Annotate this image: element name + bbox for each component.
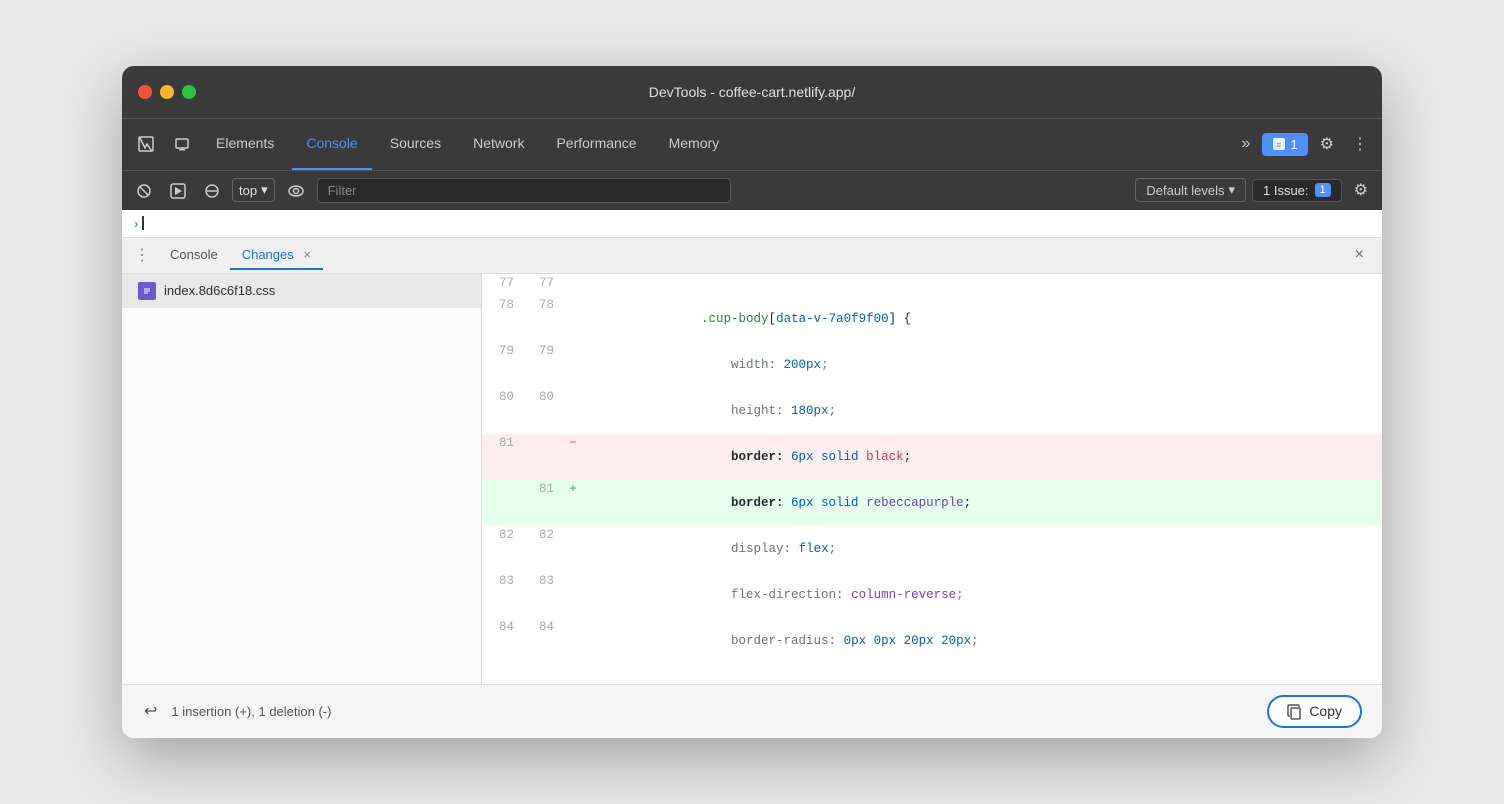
minimize-button[interactable] [160, 85, 174, 99]
menu-button[interactable]: ⋮ [1346, 128, 1374, 160]
tab-performance[interactable]: Performance [542, 119, 650, 170]
code-diff-view: 77 77 78 78 .cup-body[data-v-7a0f9f00] { [482, 274, 1382, 684]
table-row: 77 77 [482, 274, 1382, 296]
cursor [142, 216, 144, 230]
revert-button[interactable]: ↩ [142, 699, 159, 723]
table-row: 79 79 width: 200px; [482, 342, 1382, 388]
svg-text:≡: ≡ [1276, 140, 1281, 150]
toolbar-right: » ≡ 1 ⚙ ⋮ [1236, 128, 1374, 160]
console-prompt-line: › [122, 210, 1382, 238]
titlebar: DevTools - coffee-cart.netlify.app/ [122, 66, 1382, 118]
block-icon-button[interactable] [198, 178, 226, 203]
traffic-lights [138, 85, 196, 99]
device-toolbar-button[interactable] [166, 130, 198, 158]
inspect-element-button[interactable] [130, 130, 162, 158]
clear-console-button[interactable] [130, 178, 158, 203]
table-row: 83 83 flex-direction: column-reverse; [482, 572, 1382, 618]
table-row: 78 78 .cup-body[data-v-7a0f9f00] { [482, 296, 1382, 342]
console-settings-button[interactable]: ⚙ [1348, 174, 1374, 206]
tab-console[interactable]: Console [292, 119, 371, 170]
table-row: 84 84 border-radius: 0px 0px 20px 20px; [482, 618, 1382, 664]
prompt-chevron: › [134, 216, 138, 231]
footer-bar: ↩ 1 insertion (+), 1 deletion (-) Copy [122, 684, 1382, 738]
close-button[interactable] [138, 85, 152, 99]
drawer-close-button[interactable]: × [1349, 242, 1370, 268]
drawer-header: ⋮ Console Changes × × [122, 238, 1382, 274]
more-tabs-button[interactable]: » [1236, 129, 1257, 159]
drawer-menu-button[interactable]: ⋮ [134, 245, 150, 265]
table-row: 81 + border: 6px solid rebeccapurple; [482, 480, 1382, 526]
filter-input[interactable] [317, 178, 731, 203]
drawer-tab-changes[interactable]: Changes × [230, 241, 323, 270]
issues-badge-button[interactable]: ≡ 1 [1262, 133, 1307, 156]
console-bar: top ▾ Default levels ▾ 1 Issue: 1 ⚙ [122, 170, 1382, 210]
main-toolbar: Elements Console Sources Network Perform… [122, 118, 1382, 170]
run-button[interactable] [164, 178, 192, 203]
copy-icon [1287, 703, 1303, 720]
eye-button[interactable] [281, 178, 311, 202]
file-item[interactable]: index.8d6c6f18.css [122, 274, 481, 308]
default-levels-button[interactable]: Default levels ▾ [1135, 178, 1246, 202]
maximize-button[interactable] [182, 85, 196, 99]
tab-memory[interactable]: Memory [655, 119, 734, 170]
top-context-dropdown[interactable]: top ▾ [232, 178, 275, 202]
diff-summary-text: 1 insertion (+), 1 deletion (-) [171, 704, 331, 719]
main-content: index.8d6c6f18.css 77 77 [122, 274, 1382, 684]
devtools-window: DevTools - coffee-cart.netlify.app/ Elem… [122, 66, 1382, 738]
close-tab-icon[interactable]: × [303, 247, 311, 262]
file-icon [138, 282, 156, 300]
copy-button[interactable]: Copy [1267, 695, 1362, 728]
table-row: 82 82 display: flex; [482, 526, 1382, 572]
settings-button[interactable]: ⚙ [1314, 128, 1340, 160]
drawer-tab-console[interactable]: Console [158, 241, 230, 270]
issues-count-badge: 1 Issue: 1 [1252, 179, 1342, 202]
tab-elements[interactable]: Elements [202, 119, 288, 170]
tab-sources[interactable]: Sources [376, 119, 455, 170]
tab-network[interactable]: Network [459, 119, 538, 170]
issues-icon: 1 [1315, 183, 1331, 197]
sidebar-filename: index.8d6c6f18.css [164, 283, 275, 298]
table-row: 81 − border: 6px solid black; [482, 434, 1382, 480]
code-table: 77 77 78 78 .cup-body[data-v-7a0f9f00] { [482, 274, 1382, 664]
changes-sidebar: index.8d6c6f18.css [122, 274, 482, 684]
table-row: 80 80 height: 180px; [482, 388, 1382, 434]
window-title: DevTools - coffee-cart.netlify.app/ [649, 84, 855, 100]
